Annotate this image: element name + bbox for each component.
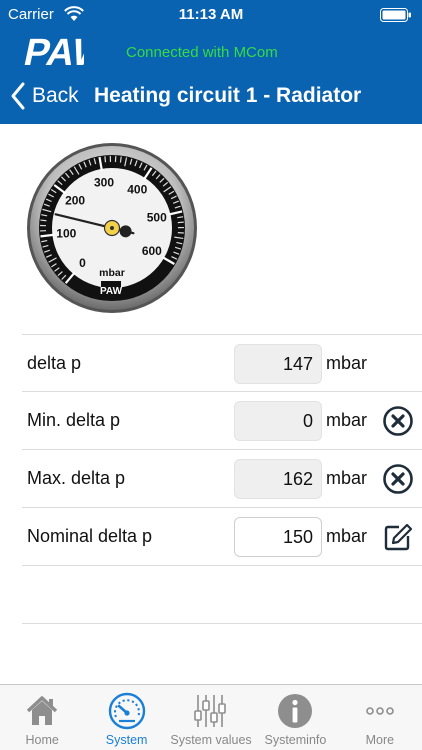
gauge-tick-label: 100 xyxy=(56,226,76,240)
nominal-delta-p-field[interactable] xyxy=(234,517,322,557)
tab-label: Systeminfo xyxy=(264,733,327,747)
reset-icon xyxy=(383,464,413,494)
gauge-tick xyxy=(104,156,107,163)
back-button[interactable]: Back xyxy=(10,80,79,112)
unit-label: mbar xyxy=(326,526,368,546)
gauge-tick xyxy=(119,156,122,163)
tab-bar: Home System System values Systeminfo Mor… xyxy=(0,684,422,750)
status-bar: Carrier 11:13 AM xyxy=(0,0,422,30)
tab-system[interactable]: System xyxy=(84,685,168,750)
tab-label: Home xyxy=(25,733,59,747)
info-icon xyxy=(278,694,313,728)
gauge-tick-label: 500 xyxy=(147,210,167,224)
gauge-tick-label: 0 xyxy=(79,256,86,270)
reset-icon xyxy=(383,406,413,436)
unit-label: mbar xyxy=(326,410,368,430)
gauge-tick xyxy=(40,219,47,222)
svg-text:PAW: PAW xyxy=(100,286,123,297)
connection-status: Connected with MCom xyxy=(126,44,278,61)
row-label: Nominal delta p xyxy=(27,526,153,546)
pressure-gauge: 0 100 200 300 400500 600 mbar PAW xyxy=(27,143,197,313)
gauge-unit: mbar xyxy=(99,267,125,279)
max-delta-p-field xyxy=(234,459,322,499)
reset-max-button[interactable] xyxy=(382,463,414,495)
delta-p-field xyxy=(234,344,322,384)
tab-label: System values xyxy=(170,733,252,747)
unit-label: mbar xyxy=(326,468,368,488)
unit-label: mbar xyxy=(326,353,368,373)
tab-systeminfo[interactable]: Systeminfo xyxy=(253,685,337,750)
tab-system-values[interactable]: System values xyxy=(169,685,253,750)
row-delta-p: delta p mbar xyxy=(22,334,422,392)
row-nominal-delta-p: Nominal delta p mbar xyxy=(22,508,422,566)
battery-icon xyxy=(380,8,411,22)
row-max-delta-p: Max. delta p mbar xyxy=(22,450,422,508)
tab-label: System xyxy=(105,733,148,747)
home-icon xyxy=(27,696,58,725)
sliders-icon xyxy=(194,695,226,727)
header: Carrier 11:13 AM PAW Connected with MCom… xyxy=(0,0,422,124)
values-list: delta p mbar Min. delta p mbar Max. delt… xyxy=(22,334,422,624)
tab-more[interactable]: More xyxy=(338,685,422,750)
row-min-delta-p: Min. delta p mbar xyxy=(22,392,422,450)
reset-min-button[interactable] xyxy=(382,405,414,437)
gauge-tick-label: 600 xyxy=(142,244,162,258)
gauge-tick-label: 400 xyxy=(127,183,147,197)
clock: 11:13 AM xyxy=(178,6,244,23)
back-label: Back xyxy=(32,84,79,107)
edit-icon xyxy=(384,523,413,551)
tab-home[interactable]: Home xyxy=(0,685,84,750)
paw-logo: PAW xyxy=(20,31,84,72)
min-delta-p-field xyxy=(234,401,322,441)
gauge-tick-label: 200 xyxy=(65,194,85,208)
tab-label: More xyxy=(365,733,395,747)
row-label: Min. delta p xyxy=(27,410,121,430)
chevron-left-icon xyxy=(11,82,25,110)
gauge-icon xyxy=(108,692,145,730)
row-label: Max. delta p xyxy=(27,468,126,488)
gauge-logo: PAW xyxy=(100,281,123,298)
svg-text:PAW: PAW xyxy=(20,31,84,72)
page-title: Heating circuit 1 - Radiator xyxy=(94,84,362,107)
empty-row xyxy=(22,566,422,624)
row-label: delta p xyxy=(27,353,82,373)
more-icon xyxy=(366,707,394,715)
edit-nominal-button[interactable] xyxy=(382,521,414,553)
gauge-tick-label: 300 xyxy=(94,176,114,190)
